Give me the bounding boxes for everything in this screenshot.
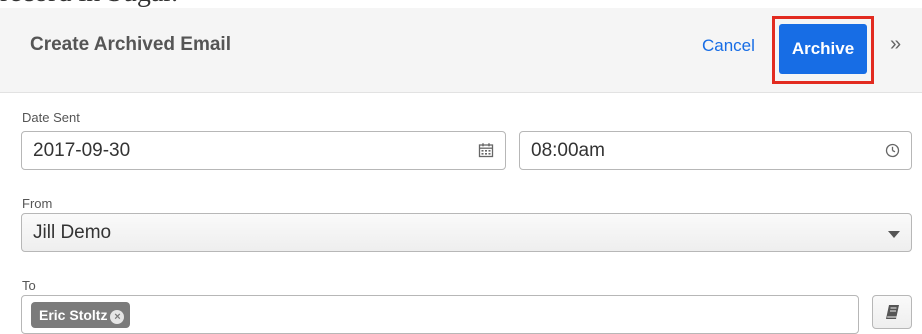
page-title: Create Archived Email [30,34,231,55]
to-label: To [22,278,36,293]
date-value: 2017-09-30 [33,140,131,161]
date-sent-label: Date Sent [22,110,80,125]
to-recipients-field[interactable]: Eric Stoltz × [21,295,859,334]
drawer-header: Create Archived Email Cancel Archive » [0,8,922,93]
remove-recipient-icon[interactable]: × [110,310,125,324]
chevron-down-icon [888,231,900,238]
recipient-pill[interactable]: Eric Stoltz × [31,302,131,328]
recipient-name: Eric Stoltz [39,307,108,323]
cancel-button[interactable]: Cancel [702,36,755,56]
time-value: 08:00am [531,140,605,161]
toggle-sidebar-icon[interactable]: » [890,33,901,56]
address-book-icon [885,304,900,326]
from-selected-value: Jill Demo [33,222,112,243]
background-text: record in Sugar. [0,0,922,8]
date-sent-time-field[interactable]: 08:00am [519,131,912,170]
clock-icon[interactable] [885,143,900,163]
address-book-button[interactable] [872,295,912,329]
from-label: From [22,196,53,211]
archive-button[interactable]: Archive [779,24,867,74]
from-select[interactable]: Jill Demo [21,213,912,252]
calendar-icon[interactable] [478,142,494,163]
date-sent-date-field[interactable]: 2017-09-30 [21,131,506,170]
